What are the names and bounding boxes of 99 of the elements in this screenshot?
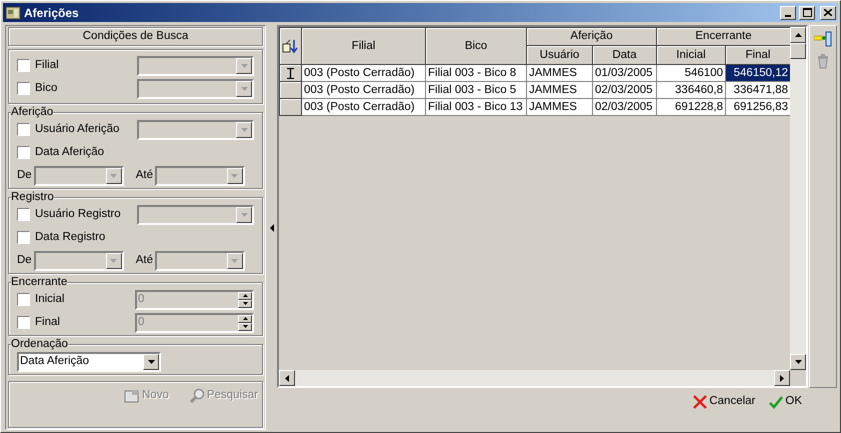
x-icon xyxy=(693,395,708,409)
table-cell[interactable]: 546100 xyxy=(656,64,726,82)
checkbox-label: Bico xyxy=(35,80,58,96)
dropdown[interactable]: Data Aferição xyxy=(17,352,161,372)
table-cell[interactable]: Filial 003 - Bico 5 xyxy=(426,82,526,99)
triangle-arrow-icon xyxy=(110,174,118,178)
column-header[interactable]: Final xyxy=(726,46,790,65)
table-cell[interactable]: Filial 003 - Bico 8 xyxy=(426,64,526,82)
app-icon xyxy=(5,4,21,20)
dropdown[interactable] xyxy=(34,250,124,270)
dropdown[interactable] xyxy=(154,250,245,270)
field-label: De xyxy=(17,252,32,268)
table-cell[interactable]: 003 (Posto Cerradão) xyxy=(302,82,426,99)
scroll-left-button[interactable] xyxy=(279,370,295,386)
table-cell[interactable]: 546150,12 xyxy=(726,64,790,82)
table-cell[interactable]: 02/03/2005 xyxy=(592,98,656,116)
dropdown[interactable] xyxy=(137,120,254,140)
column-header[interactable]: Bico xyxy=(426,28,526,65)
checkbox-label: Final xyxy=(35,314,60,330)
row-indicator[interactable] xyxy=(280,98,302,116)
text-cursor-icon xyxy=(287,68,294,79)
field-label: Até xyxy=(136,168,153,183)
table-cell[interactable]: JAMMES xyxy=(526,82,592,99)
triangle-arrow-icon xyxy=(110,258,118,262)
column-group-header: Encerrante xyxy=(656,28,790,46)
table-cell[interactable]: 691228,8 xyxy=(656,98,726,116)
table-cell[interactable]: 336460,8 xyxy=(656,82,726,99)
checkbox[interactable] xyxy=(17,231,30,244)
group-title: Aferição xyxy=(11,105,54,119)
cancel-button[interactable]: Cancelar xyxy=(693,393,756,411)
field-label: Até xyxy=(136,252,153,268)
maximize-button[interactable] xyxy=(799,6,815,20)
column-header[interactable]: Inicial xyxy=(656,46,726,65)
dropdown[interactable] xyxy=(137,56,254,76)
dropdown[interactable] xyxy=(34,166,124,186)
scroll-down-button[interactable] xyxy=(790,354,806,370)
group-title: Ordenação xyxy=(11,337,68,351)
table-cell[interactable]: 01/03/2005 xyxy=(592,64,656,82)
table-cell[interactable]: 003 (Posto Cerradão) xyxy=(302,98,426,116)
triangle-arrow-icon xyxy=(240,86,248,90)
scroll-right-button[interactable] xyxy=(774,370,790,386)
checkbox[interactable] xyxy=(17,208,30,221)
dropdown[interactable] xyxy=(137,78,254,98)
table-cell[interactable]: JAMMES xyxy=(526,98,592,116)
triangle-arrow-icon xyxy=(240,212,248,216)
triangle-arrow-icon xyxy=(148,360,154,364)
column-header[interactable]: Filial xyxy=(302,28,426,65)
minimize-button[interactable] xyxy=(780,6,796,20)
triangle-arrow-icon xyxy=(240,128,248,132)
window-icon xyxy=(124,388,140,403)
checkbox-label: Data Aferição xyxy=(35,144,104,160)
column-header[interactable]: Usuário xyxy=(526,46,592,65)
triangle-arrow-icon xyxy=(231,174,238,178)
checkbox[interactable] xyxy=(17,123,30,136)
scroll-thumb[interactable] xyxy=(790,43,806,59)
checkbox[interactable] xyxy=(17,59,30,72)
ok-button[interactable]: OK xyxy=(769,393,802,411)
triangle-arrow-icon xyxy=(240,64,248,68)
triangle-arrow-icon xyxy=(794,33,802,37)
add-row-icon[interactable] xyxy=(814,31,832,47)
trash-icon[interactable] xyxy=(817,53,829,69)
triangle-arrow-icon xyxy=(285,374,289,382)
column-header[interactable]: Data xyxy=(592,46,656,65)
row-indicator[interactable] xyxy=(280,64,302,82)
checkbox-label: Usuário Aferição xyxy=(35,122,120,137)
window-title: Aferições xyxy=(24,4,79,22)
checkbox-label: Data Registro xyxy=(35,230,106,245)
close-button[interactable] xyxy=(820,6,836,20)
collapse-arrow-icon[interactable] xyxy=(270,224,274,232)
table-cell[interactable]: JAMMES xyxy=(526,64,592,82)
sort-order-icon[interactable] xyxy=(282,38,299,54)
dropdown[interactable] xyxy=(154,166,245,186)
table-cell[interactable]: 691256,83 xyxy=(726,98,790,116)
table-cell[interactable]: 003 (Posto Cerradão) xyxy=(302,64,426,82)
triangle-arrow-icon xyxy=(231,258,238,262)
vertical-scrollbar[interactable] xyxy=(790,27,806,370)
panel-heading: Condições de Busca xyxy=(8,27,263,46)
scroll-up-button[interactable] xyxy=(790,27,806,43)
dropdown[interactable] xyxy=(137,204,254,224)
checkbox[interactable] xyxy=(17,82,30,95)
field-label: De xyxy=(17,168,32,183)
table-cell[interactable]: 02/03/2005 xyxy=(592,82,656,99)
minimize-icon xyxy=(785,14,791,16)
check-icon xyxy=(769,396,784,408)
group-title: Registro xyxy=(11,190,54,204)
checkbox-label: Filial xyxy=(35,58,59,73)
search-icon xyxy=(188,388,205,404)
maximize-icon xyxy=(802,8,812,17)
row-indicator[interactable] xyxy=(280,82,302,99)
triangle-arrow-icon xyxy=(780,374,784,382)
close-icon xyxy=(824,9,832,16)
horizontal-scrollbar[interactable] xyxy=(279,370,790,386)
checkbox-label: Inicial xyxy=(35,292,64,307)
column-group-header: Aferição xyxy=(526,28,656,46)
checkbox[interactable] xyxy=(17,146,30,159)
checkbox-label: Usuário Registro xyxy=(35,206,121,222)
triangle-arrow-icon xyxy=(794,360,802,364)
table-cell[interactable]: 336471,88 xyxy=(726,82,790,99)
table-cell[interactable]: Filial 003 - Bico 13 xyxy=(426,98,526,116)
